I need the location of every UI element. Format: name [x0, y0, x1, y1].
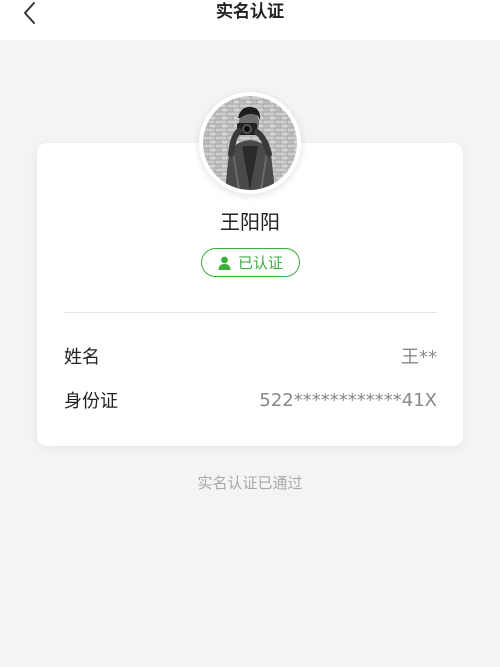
avatar: [199, 92, 301, 194]
user-name: 王阳阳: [220, 210, 280, 234]
verification-status-note: 实名认证已通过: [197, 474, 303, 492]
name-value: 王**: [401, 347, 437, 368]
name-label: 姓名: [64, 347, 100, 368]
info-row-id-card: 身份证 522************41X: [64, 386, 437, 414]
id-card-value: 522************41X: [259, 389, 437, 411]
verified-badge: 已认证: [201, 248, 300, 277]
info-row-name: 姓名 王**: [64, 342, 437, 370]
user-photo-avatar: [203, 96, 297, 190]
verified-label: 已认证: [237, 254, 283, 272]
person-icon: [218, 256, 231, 270]
id-card-label: 身份证: [64, 391, 118, 412]
top-navigation-bar: 实名认证: [0, 0, 500, 40]
divider: [64, 312, 437, 313]
page-title: 实名认证: [216, 2, 284, 22]
